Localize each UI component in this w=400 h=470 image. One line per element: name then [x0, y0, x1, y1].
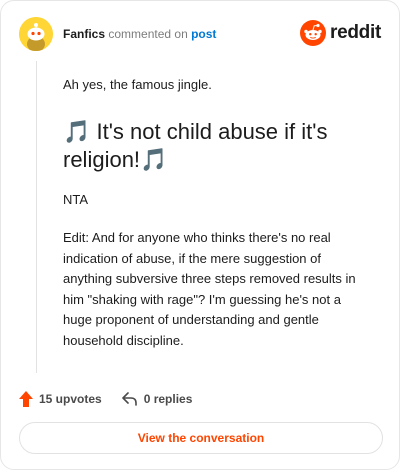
reddit-wordmark: reddit — [330, 22, 381, 43]
thread-line — [36, 61, 37, 373]
comment-verdict: NTA — [63, 192, 89, 207]
post-link[interactable]: post — [191, 27, 216, 41]
comment-card: Fanfics commented on post reddit Ah yes,… — [0, 0, 400, 470]
comment-edit: Edit: And for anyone who thinks there's … — [63, 230, 356, 348]
comment-body: Ah yes, the famous jingle. 🎵 It's not ch… — [63, 76, 373, 351]
reply-count: 0 replies — [143, 392, 193, 406]
reddit-logo-icon — [300, 20, 327, 46]
upvote-stat[interactable]: 15 upvotes — [19, 391, 102, 407]
reply-icon — [121, 392, 137, 406]
upvote-arrow-icon — [19, 391, 33, 407]
comment-stats: 15 upvotes 0 replies — [19, 389, 192, 409]
reply-stat[interactable]: 0 replies — [121, 392, 193, 406]
comment-intro: Ah yes, the famous jingle. — [63, 77, 212, 92]
avatar-icon[interactable] — [19, 17, 53, 51]
upvote-count: 15 upvotes — [39, 392, 102, 406]
comment-header: Fanfics commented on post reddit — [19, 17, 381, 53]
comment-meta: Fanfics commented on post — [63, 27, 216, 41]
username-link[interactable]: Fanfics — [63, 27, 105, 41]
comment-heading: 🎵 It's not child abuse if it's religion!… — [63, 119, 328, 172]
comment-verb: commented on — [108, 27, 188, 41]
reddit-logo[interactable]: reddit — [300, 19, 381, 47]
view-conversation-button[interactable]: View the conversation — [19, 422, 383, 454]
